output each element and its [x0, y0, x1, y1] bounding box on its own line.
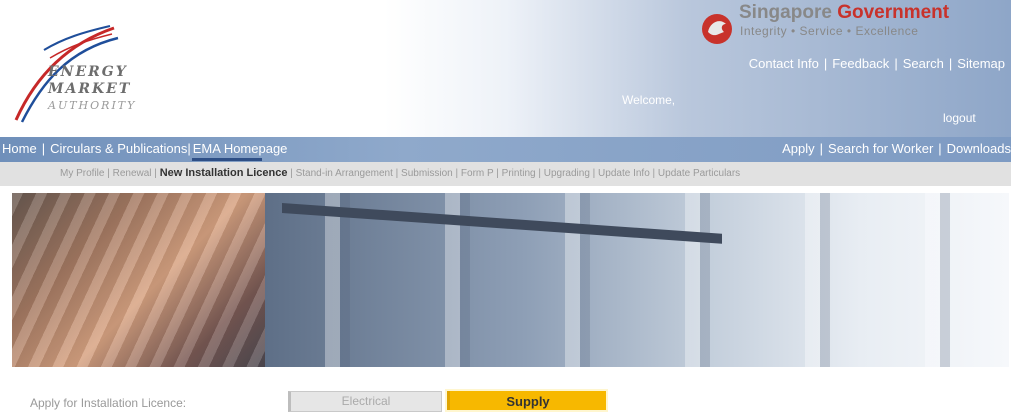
apply-licence-label: Apply for Installation Licence: — [30, 396, 187, 410]
subnav-stand-in-arrangement[interactable]: Stand-in Arrangement — [296, 168, 393, 179]
nav-circulars-publications[interactable]: Circulars & Publications — [50, 141, 187, 156]
gov-title-part2: Government — [837, 2, 950, 23]
nav-apply[interactable]: Apply — [782, 141, 815, 156]
subnav-submission[interactable]: Submission — [401, 168, 453, 179]
separator: | — [819, 141, 824, 156]
gov-title-part1: Singapore — [739, 2, 832, 23]
nav-home[interactable]: Home — [2, 141, 37, 156]
singapore-lion-icon — [702, 14, 732, 44]
subnav-update-particulars[interactable]: Update Particulars — [658, 168, 740, 179]
search-link[interactable]: Search — [903, 56, 944, 71]
subnav-my-profile[interactable]: My Profile — [60, 168, 104, 179]
separator: | — [938, 141, 942, 156]
top-links: Contact Info | Feedback | Search | Sitemap — [749, 56, 1005, 71]
subnav-new-installation-licence[interactable]: New Installation Licence — [160, 167, 288, 179]
subnav-printing[interactable]: Printing — [502, 168, 536, 179]
gov-title: Singapore Government — [739, 2, 949, 24]
main-nav-right: Apply | Search for Worker | Downloads — [782, 141, 1011, 156]
nav-ema-homepage[interactable]: EMA Homepage — [193, 141, 288, 156]
main-nav-left: Home | Circulars & Publications| EMA Homepa… — [2, 141, 287, 156]
ema-logo-line-1: ENERGY — [48, 64, 128, 80]
separator: | — [823, 56, 828, 71]
ema-logo-line-2: MARKET — [48, 81, 132, 97]
subnav-update-info[interactable]: Update Info — [598, 168, 650, 179]
ema-logo-line-3: AUTHORITY — [48, 99, 137, 112]
welcome-text: Welcome, — [622, 93, 676, 107]
feedback-link[interactable]: Feedback — [832, 56, 889, 71]
supply-button[interactable]: Supply — [447, 391, 606, 410]
nav-downloads[interactable]: Downloads — [947, 141, 1011, 156]
separator: | — [948, 56, 953, 71]
nav-active-underline — [192, 158, 262, 161]
sitemap-link[interactable]: Sitemap — [957, 56, 1005, 71]
separator: | — [41, 141, 46, 156]
sub-nav-items: My Profile | Renewal | New Installation … — [60, 167, 741, 179]
banner-image — [12, 193, 1009, 367]
contact-info-link[interactable]: Contact Info — [749, 56, 819, 71]
banner-worker-photo — [12, 193, 265, 367]
electrical-button[interactable]: Electrical — [288, 391, 442, 412]
separator: | — [894, 56, 898, 71]
subnav-renewal[interactable]: Renewal — [113, 168, 152, 179]
nav-search-for-worker[interactable]: Search for Worker — [828, 141, 933, 156]
subnav-form-p[interactable]: Form P — [461, 168, 494, 179]
gov-tagline: Integrity • Service • Excellence — [740, 24, 919, 38]
subnav-upgrading[interactable]: Upgrading — [544, 168, 590, 179]
logout-link[interactable]: logout — [943, 111, 976, 125]
